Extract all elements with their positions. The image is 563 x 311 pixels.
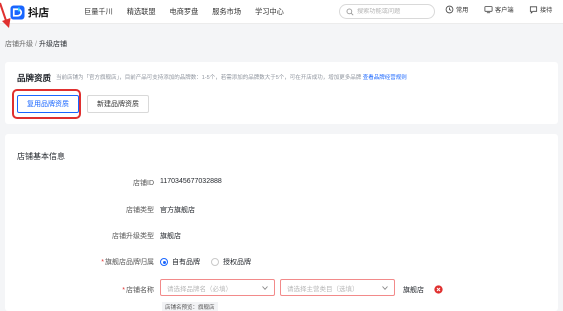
brand-name-select-placeholder: 请选择品牌名（必填） — [167, 285, 232, 293]
brand-qualification-description: 当前店铺为「官方旗舰店」，目前产品可支持添加的品牌数：1-5个，若需添加的品牌数… — [56, 73, 407, 81]
tool-client[interactable]: 客户端 — [484, 5, 514, 14]
top-header: 抖店 巨量千川 精选联盟 电商罗盘 服务市场 学习中心 常用 客户端 接待 — [0, 0, 563, 24]
nav-item-learning-center[interactable]: 学习中心 — [255, 6, 284, 17]
error-icon — [434, 285, 443, 294]
tool-frequent[interactable]: 常用 — [445, 5, 468, 14]
nav-item-compass[interactable]: 电商罗盘 — [170, 6, 199, 17]
radio-dot-unselected — [211, 258, 219, 266]
search-box[interactable] — [339, 4, 435, 19]
shop-basic-info-card: 店铺基本信息 店铺ID 1170345677032888 店铺类型 官方旗舰店 … — [5, 134, 558, 311]
search-input[interactable] — [357, 8, 431, 15]
breadcrumb: 店铺升级 / 升级店铺 — [5, 39, 67, 49]
tool-client-label: 客户端 — [495, 7, 514, 14]
shop-name-suffix: 旗舰店 — [403, 287, 424, 294]
chevron-down-icon — [382, 286, 388, 290]
top-nav: 巨量千川 精选联盟 电商罗盘 服务市场 学习中心 — [84, 6, 298, 17]
monitor-icon — [484, 6, 493, 14]
brand-rules-link[interactable]: 查看品牌经营规则 — [363, 75, 407, 81]
shop-name-label-text: 店铺名称 — [126, 287, 154, 294]
tool-reception-label: 接待 — [540, 7, 553, 14]
radio-own-brand[interactable]: 自有品牌 — [160, 257, 200, 267]
field-label-brand-owner: *旗舰店品牌归属 — [101, 257, 154, 267]
main-category-select-placeholder: 请选择主营类目（选填） — [287, 285, 359, 293]
field-label-shop-id: 店铺ID — [133, 180, 154, 187]
breadcrumb-parent[interactable]: 店铺升级 — [5, 41, 33, 48]
brand-name-select[interactable]: 请选择品牌名（必填） — [160, 279, 275, 296]
radio-own-brand-label: 自有品牌 — [172, 259, 200, 266]
field-label-shop-name: *店铺名称 — [122, 285, 154, 295]
search-icon — [346, 8, 354, 16]
brand-owner-radio-group: 自有品牌 授权品牌 — [160, 257, 262, 267]
field-label-upgrade-type: 店铺升级类型 — [112, 233, 154, 240]
shop-name-preview: 店铺名预览：旗舰店 — [162, 302, 218, 311]
section-title-brand-qualification: 品牌资质 — [17, 73, 52, 83]
breadcrumb-current: 升级店铺 — [38, 41, 67, 48]
radio-authorized-brand-label: 授权品牌 — [223, 259, 251, 266]
nav-item-alliance[interactable]: 精选联盟 — [127, 6, 156, 17]
new-brand-qualification-button[interactable]: 新建品牌资质 — [87, 95, 149, 113]
field-value-upgrade-type: 旗舰店 — [160, 233, 181, 240]
tool-frequent-label: 常用 — [456, 7, 469, 14]
section-title-shop-basic-info: 店铺基本信息 — [17, 152, 65, 161]
main-category-select[interactable]: 请选择主营类目（选填） — [280, 279, 395, 296]
required-asterisk: * — [101, 259, 104, 266]
radio-dot-selected — [160, 258, 168, 266]
nav-item-qianchuan[interactable]: 巨量千川 — [84, 6, 113, 17]
brand-owner-label-text: 旗舰店品牌归属 — [105, 259, 154, 266]
field-value-shop-id: 1170345677032888 — [160, 178, 222, 185]
radio-authorized-brand[interactable]: 授权品牌 — [211, 257, 251, 267]
field-label-shop-type: 店铺类型 — [126, 207, 154, 214]
breadcrumb-separator: / — [35, 41, 37, 48]
brand-qualification-card: 品牌资质 当前店铺为「官方旗舰店」，目前产品可支持添加的品牌数：1-5个，若需添… — [5, 62, 558, 124]
reuse-brand-qualification-button[interactable]: 复用品牌资质 — [17, 95, 79, 113]
brand-qualification-desc-text: 当前店铺为「官方旗舰店」，目前产品可支持添加的品牌数：1-5个，若需添加的品牌数… — [56, 75, 362, 81]
chat-icon — [529, 6, 538, 14]
logo[interactable]: 抖店 — [10, 4, 49, 20]
field-value-shop-type: 官方旗舰店 — [160, 207, 195, 214]
required-asterisk: * — [122, 287, 125, 294]
nav-item-service-market[interactable]: 服务市场 — [212, 6, 241, 17]
clock-icon — [445, 5, 454, 14]
tool-reception[interactable]: 接待 — [529, 5, 552, 14]
pointer-arrow-icon — [0, 2, 11, 28]
chevron-down-icon — [262, 286, 268, 290]
logo-text: 抖店 — [28, 6, 49, 19]
